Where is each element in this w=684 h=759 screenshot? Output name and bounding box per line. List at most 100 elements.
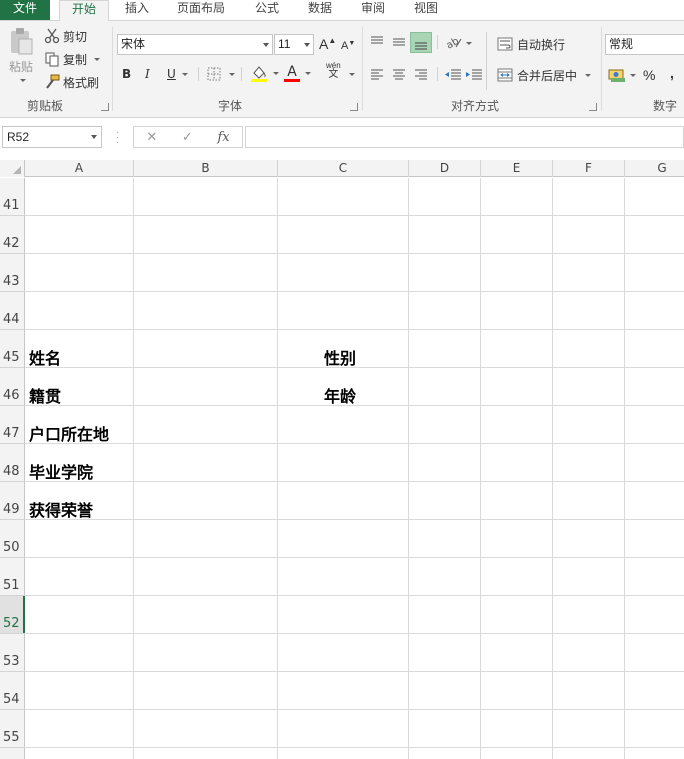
paste-dropdown-icon[interactable] [19, 79, 26, 82]
column-header-f[interactable]: F [553, 160, 625, 177]
orientation-dropdown-icon[interactable] [466, 41, 472, 45]
wrap-text-button[interactable]: 自动换行 [497, 34, 565, 54]
font-size-select[interactable]: 11 [274, 34, 314, 55]
tab-insert[interactable]: 插入 [117, 0, 157, 20]
cell-c45[interactable]: 性别 [324, 345, 356, 369]
formula-bar-grip-icon[interactable]: · · · [116, 128, 119, 148]
row-header-43[interactable]: 43 [0, 254, 24, 292]
align-bottom-button[interactable] [410, 32, 432, 53]
orientation-button[interactable]: ab [445, 33, 472, 53]
align-top-icon[interactable] [369, 34, 385, 50]
shrink-font-button[interactable]: A ▼ [341, 36, 355, 56]
copy-button[interactable]: 复制 [44, 49, 101, 69]
row-header-47[interactable]: 47 [0, 406, 24, 444]
decrease-indent-icon[interactable] [444, 67, 462, 83]
increase-indent-icon[interactable] [465, 67, 483, 83]
align-left-icon[interactable] [369, 67, 385, 83]
row-gridline [25, 633, 684, 634]
borders-icon [207, 67, 221, 81]
borders-button[interactable] [207, 64, 235, 84]
merge-center-button[interactable]: 合并后居中 [497, 65, 592, 85]
underline-dropdown-icon[interactable] [181, 72, 188, 76]
row-gridline [25, 291, 684, 292]
alignment-launcher-icon[interactable] [589, 103, 597, 111]
column-header-a[interactable]: A [25, 160, 134, 177]
cell-a48[interactable]: 毕业学院 [29, 459, 93, 483]
row-header-41[interactable]: 41 [0, 178, 24, 216]
bold-button[interactable]: B [122, 64, 131, 84]
column-header-b[interactable]: B [134, 160, 278, 177]
paste-button[interactable]: 粘贴 [4, 27, 38, 91]
number-format-select[interactable]: 常规 [605, 34, 684, 55]
cell-c46[interactable]: 年龄 [324, 383, 356, 407]
tab-formulas[interactable]: 公式 [247, 0, 287, 20]
name-box[interactable]: R52 [2, 126, 102, 148]
underline-button[interactable]: U [167, 64, 188, 84]
select-all-button[interactable] [0, 160, 25, 177]
font-color-dropdown-icon[interactable] [305, 71, 311, 75]
row-header-46[interactable]: 46 [0, 368, 24, 406]
number-group-label: 数字 [652, 99, 677, 113]
accounting-dropdown-icon[interactable] [630, 73, 636, 77]
copy-dropdown-icon[interactable] [94, 57, 101, 61]
tab-page-layout[interactable]: 页面布局 [170, 0, 232, 20]
accounting-format-button[interactable] [608, 65, 636, 85]
row-header-45[interactable]: 45 [0, 330, 24, 368]
phonetic-button[interactable]: wén 文 [326, 61, 341, 81]
row-header-52[interactable]: 52 [0, 596, 25, 634]
row-header-51[interactable]: 51 [0, 558, 24, 596]
fill-color-dropdown-icon[interactable] [273, 71, 279, 75]
font-divider [241, 67, 242, 81]
cell-a47[interactable]: 户口所在地 [29, 421, 109, 445]
row-header-49[interactable]: 49 [0, 482, 24, 520]
formula-input[interactable] [245, 126, 684, 148]
align-right-icon[interactable] [413, 67, 429, 83]
row-gridline [25, 329, 684, 330]
row-header-divider [0, 215, 25, 216]
tab-review[interactable]: 审阅 [353, 0, 393, 20]
cut-button[interactable]: 剪切 [44, 26, 87, 46]
format-painter-button[interactable]: 格式刷 [44, 72, 99, 92]
tab-view[interactable]: 视图 [406, 0, 446, 20]
align-middle-icon[interactable] [391, 34, 407, 50]
paint-bucket-icon [251, 66, 267, 82]
tab-data[interactable]: 数据 [300, 0, 340, 20]
enter-icon[interactable]: ✓ [182, 129, 193, 145]
borders-dropdown-icon[interactable] [229, 72, 235, 76]
percent-style-button[interactable]: % [643, 65, 655, 85]
cell-a49[interactable]: 获得荣誉 [29, 497, 93, 521]
align-center-icon[interactable] [391, 67, 407, 83]
tab-file[interactable]: 文件 [0, 0, 50, 20]
row-header-53[interactable]: 53 [0, 634, 24, 672]
italic-button[interactable]: I [145, 64, 150, 84]
font-name-select[interactable]: 宋体 [117, 34, 273, 55]
cut-label: 剪切 [63, 29, 88, 44]
grow-font-button[interactable]: A ▲ [319, 34, 336, 54]
font-color-swatch [284, 79, 300, 82]
cell-a45[interactable]: 姓名 [29, 345, 61, 369]
tab-home[interactable]: 开始 [59, 0, 109, 21]
fill-color-button[interactable] [250, 63, 279, 83]
clipboard-launcher-icon[interactable] [101, 103, 109, 111]
row-header-50[interactable]: 50 [0, 520, 24, 558]
phonetic-dropdown-icon[interactable] [349, 73, 355, 76]
worksheet-grid[interactable]: ABCDEFG 41 42 43 44 45 46 47 48 49 50 51 52 53 54 55 姓… [0, 160, 684, 759]
column-header-e[interactable]: E [481, 160, 553, 177]
merge-center-dropdown-icon[interactable] [585, 73, 592, 77]
row-header-48[interactable]: 48 [0, 444, 24, 482]
font-color-button[interactable]: A [284, 63, 311, 83]
column-header-c[interactable]: C [278, 160, 409, 177]
comma-style-button[interactable]: , [670, 63, 674, 83]
font-launcher-icon[interactable] [350, 103, 358, 111]
column-header-d[interactable]: D [409, 160, 481, 177]
row-header-divider [0, 747, 25, 748]
insert-function-icon[interactable]: fx [217, 130, 229, 145]
row-header-42[interactable]: 42 [0, 216, 24, 254]
column-header-g[interactable]: G [625, 160, 684, 177]
row-header-divider [0, 253, 25, 254]
row-header-55[interactable]: 55 [0, 710, 24, 748]
cancel-icon[interactable]: ✕ [146, 129, 157, 145]
row-header-54[interactable]: 54 [0, 672, 24, 710]
row-header-44[interactable]: 44 [0, 292, 24, 330]
cell-a46[interactable]: 籍贯 [29, 383, 61, 407]
